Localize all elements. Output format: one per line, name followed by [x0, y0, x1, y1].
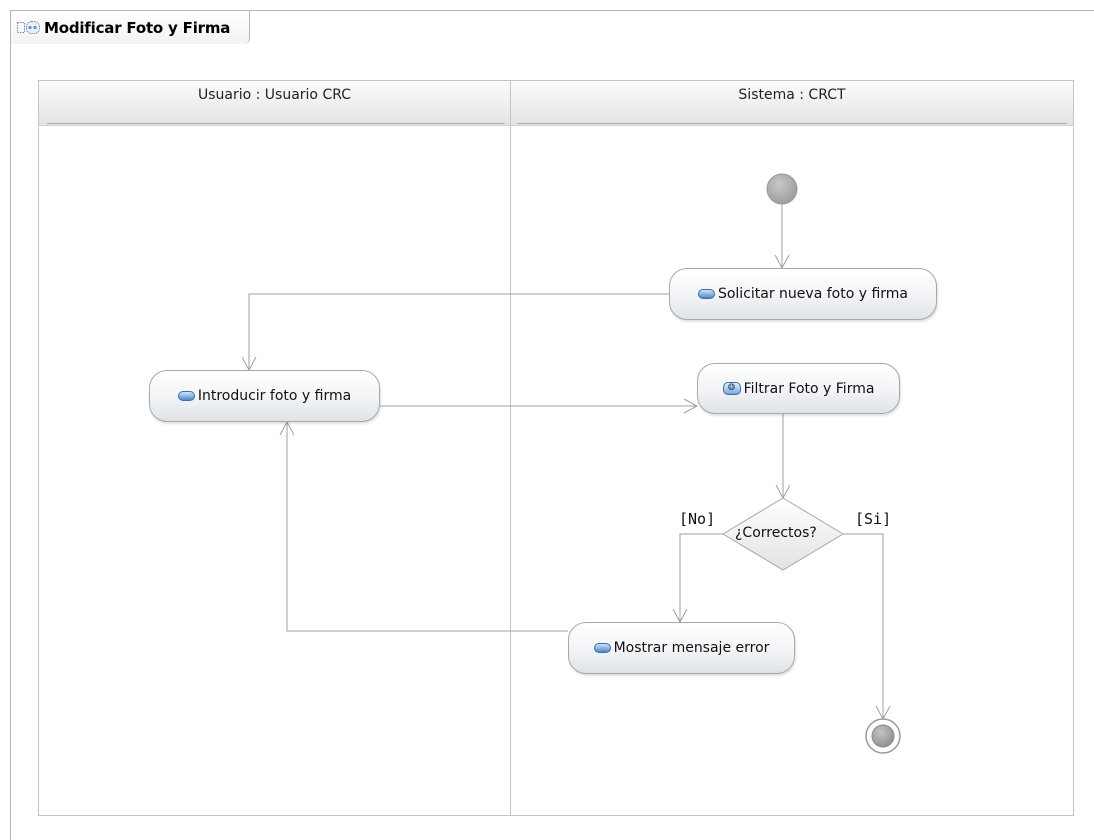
action-label-introducir: Introducir foto y firma — [197, 388, 352, 404]
edge-decision-si-to-final[interactable] — [843, 533, 891, 721]
initial-node[interactable] — [766, 173, 798, 205]
edge-introducir-to-filtrar[interactable] — [380, 398, 699, 414]
decision-label: ¿Correctos? — [735, 525, 817, 541]
action-label-mostrar: Mostrar mensaje error — [613, 640, 770, 656]
action-solicitar-nueva-foto-y-firma[interactable]: Solicitar nueva foto y firma — [669, 268, 937, 320]
action-introducir-foto-y-firma[interactable]: Introducir foto y firma — [149, 370, 380, 422]
action-label-solicitar: Solicitar nueva foto y firma — [717, 286, 909, 302]
action-pill-icon — [593, 643, 611, 653]
edge-filtrar-to-decision[interactable] — [775, 414, 791, 500]
action-pill-icon — [697, 289, 715, 299]
edge-solicitar-to-introducir[interactable] — [241, 293, 669, 372]
action-mostrar-mensaje-error[interactable]: Mostrar mensaje error — [568, 622, 795, 674]
action-pill-icon — [177, 391, 195, 401]
action-filtrar-foto-y-firma[interactable]: ❂ Filtrar Foto y Firma — [697, 363, 900, 414]
call-behavior-icon: ❂ — [722, 382, 741, 395]
edge-decision-no-to-mostrar[interactable] — [672, 533, 723, 624]
edge-initial-to-solicitar[interactable] — [774, 204, 790, 270]
edge-mostrar-to-introducir[interactable] — [279, 420, 568, 632]
guard-si: [Si] — [855, 510, 892, 528]
activity-final-node[interactable] — [865, 718, 901, 754]
action-label-filtrar: Filtrar Foto y Firma — [743, 380, 875, 397]
guard-no: [No] — [679, 510, 716, 528]
